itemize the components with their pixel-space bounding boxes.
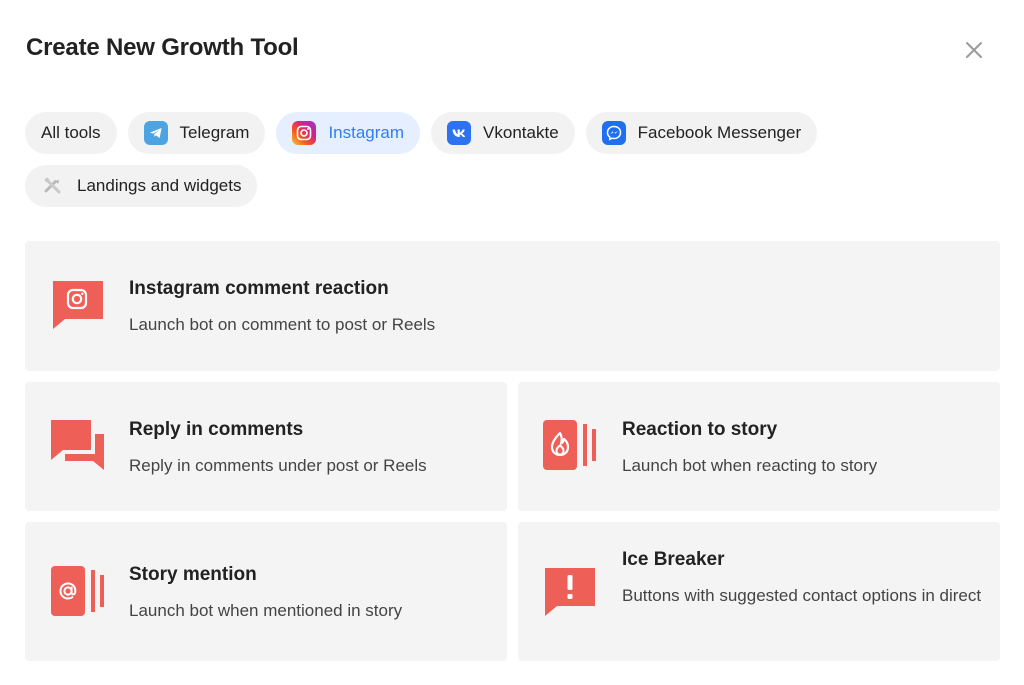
filter-all-tools[interactable]: All tools	[25, 112, 117, 154]
exclamation-bubble-icon	[543, 566, 597, 623]
tool-description: Launch bot on comment to post or Reels	[129, 315, 436, 334]
tool-title: Ice Breaker	[622, 549, 725, 570]
chat-bubbles-icon	[51, 420, 105, 477]
instagram-comment-icon	[51, 279, 105, 336]
tool-card-reaction-to-story[interactable]: Reaction to story Launch bot when reacti…	[518, 382, 1000, 511]
filter-label: Vkontakte	[483, 123, 559, 142]
tool-description: Launch bot when mentioned in story	[129, 601, 403, 620]
filter-label: Telegram	[179, 123, 250, 142]
tool-description: Reply in comments under post or Reels	[129, 456, 427, 475]
messenger-icon	[601, 121, 626, 145]
tool-card-instagram-comment-reaction[interactable]: Instagram comment reaction Launch bot on…	[25, 241, 1000, 371]
tool-card-reply-in-comments[interactable]: Reply in comments Reply in comments unde…	[25, 382, 507, 511]
filter-label: Landings and widgets	[77, 176, 242, 195]
telegram-icon	[143, 121, 168, 145]
tool-card-ice-breaker[interactable]: Ice Breaker Buttons with suggested conta…	[518, 522, 1000, 661]
modal-title: Create New Growth Tool	[26, 34, 299, 61]
filter-facebook-messenger[interactable]: Facebook Messenger	[585, 112, 818, 154]
tool-title: Story mention	[129, 564, 257, 585]
tool-title: Reply in comments	[129, 419, 304, 440]
close-icon	[966, 42, 982, 58]
tool-description: Buttons with suggested contact options i…	[622, 586, 982, 605]
tool-card-story-mention[interactable]: Story mention Launch bot when mentioned …	[25, 522, 507, 661]
story-mention-icon	[51, 566, 107, 621]
tool-description: Launch bot when reacting to story	[622, 456, 878, 475]
tool-title: Instagram comment reaction	[129, 278, 389, 299]
close-button[interactable]	[962, 38, 986, 62]
filter-label: Instagram	[328, 123, 405, 142]
instagram-icon	[292, 121, 317, 145]
filter-label: Facebook Messenger	[637, 123, 802, 142]
filter-vkontakte[interactable]: Vkontakte	[431, 112, 575, 154]
create-growth-tool-modal: Create New Growth Tool All tools Telegra…	[0, 0, 1024, 685]
story-reaction-icon	[543, 420, 599, 475]
filter-label: All tools	[41, 123, 101, 142]
tool-title: Reaction to story	[622, 419, 778, 440]
filter-telegram[interactable]: Telegram	[127, 112, 266, 154]
filter-instagram[interactable]: Instagram	[276, 112, 421, 154]
vk-icon	[447, 121, 472, 145]
platform-filter: All tools Telegram Instagram Vkontakte F…	[25, 112, 985, 207]
filter-landings-and-widgets[interactable]: Landings and widgets	[25, 165, 258, 207]
tools-icon	[41, 174, 65, 198]
